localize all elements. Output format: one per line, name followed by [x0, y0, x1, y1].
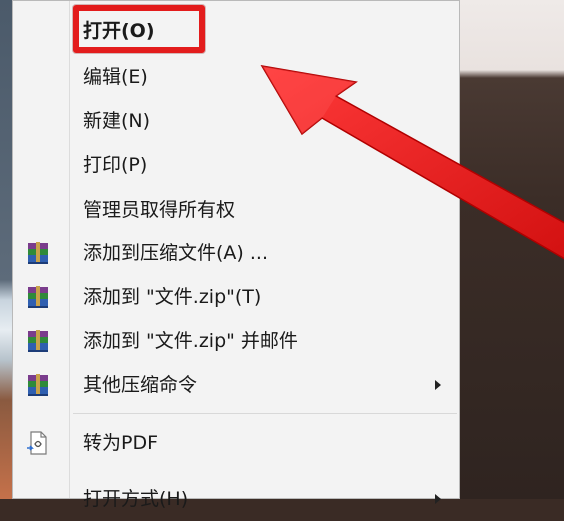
pointer-arrow-annotation	[260, 64, 564, 260]
